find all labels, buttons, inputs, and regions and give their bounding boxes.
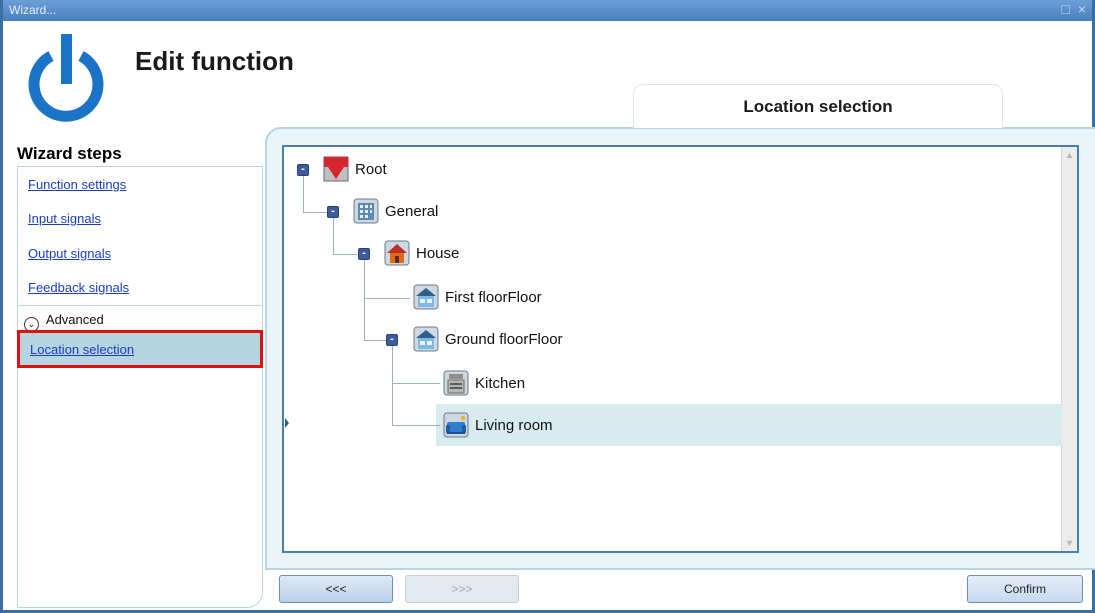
step-feedback-signals: Feedback signals bbox=[18, 270, 262, 304]
first-floor-label: First floorFloor bbox=[445, 288, 542, 306]
building-icon bbox=[353, 198, 379, 224]
tree-node-root[interactable]: Root bbox=[323, 155, 387, 183]
tree-node-general[interactable]: General bbox=[353, 197, 438, 225]
step-output-signals: Output signals bbox=[18, 236, 262, 270]
splitter-handle-icon[interactable] bbox=[285, 418, 289, 428]
floor-icon bbox=[413, 284, 439, 310]
collapse-house-icon[interactable]: - bbox=[358, 248, 370, 260]
output-signals-link[interactable]: Output signals bbox=[28, 246, 111, 261]
function-settings-link[interactable]: Function settings bbox=[28, 177, 126, 192]
tree-line bbox=[303, 176, 304, 212]
tree-line bbox=[364, 340, 386, 341]
tree-node-first-floor[interactable]: First floorFloor bbox=[413, 283, 542, 311]
tree-node-living-room[interactable]: Living room bbox=[443, 411, 553, 439]
tree-line bbox=[392, 346, 393, 426]
step-function-settings: Function settings bbox=[18, 167, 262, 201]
tree-line bbox=[364, 298, 410, 299]
page-title: Edit function bbox=[135, 46, 294, 76]
step-location-selection[interactable]: Location selection bbox=[17, 330, 263, 368]
tree-node-kitchen[interactable]: Kitchen bbox=[443, 369, 525, 397]
title-bar: Wizard... □ × bbox=[3, 0, 1092, 21]
confirm-button[interactable]: Confirm bbox=[967, 575, 1083, 603]
collapse-general-icon[interactable]: - bbox=[327, 206, 339, 218]
tree-line bbox=[392, 425, 440, 426]
scroll-down-icon[interactable]: ▼ bbox=[1065, 538, 1074, 548]
collapse-ground-floor-icon[interactable]: - bbox=[386, 334, 398, 346]
maximize-icon[interactable]: □ bbox=[1061, 1, 1071, 17]
living-room-icon bbox=[443, 412, 469, 438]
floor-icon bbox=[413, 326, 439, 352]
tree-line bbox=[392, 383, 440, 384]
feedback-signals-link[interactable]: Feedback signals bbox=[28, 280, 129, 295]
location-selection-link[interactable]: Location selection bbox=[30, 342, 134, 357]
close-icon[interactable]: × bbox=[1078, 1, 1088, 17]
scroll-up-icon[interactable]: ▲ bbox=[1065, 150, 1074, 160]
wizard-steps-title: Wizard steps bbox=[17, 144, 122, 163]
wizard-window: Wizard... □ × Edit function Location sel… bbox=[0, 0, 1095, 613]
collapse-root-icon[interactable]: - bbox=[297, 164, 309, 176]
house-label: House bbox=[416, 244, 460, 262]
kitchen-label: Kitchen bbox=[475, 374, 526, 392]
ground-floor-label: Ground floorFloor bbox=[445, 330, 563, 348]
tree-line bbox=[364, 260, 365, 340]
window-title: Wizard... bbox=[9, 3, 57, 17]
tree-line bbox=[333, 218, 334, 254]
window-controls: □ × bbox=[1061, 1, 1088, 17]
input-signals-link[interactable]: Input signals bbox=[28, 211, 101, 226]
tree-line bbox=[333, 254, 357, 255]
tree-node-ground-floor[interactable]: Ground floorFloor bbox=[413, 325, 563, 353]
house-icon bbox=[384, 240, 410, 266]
tree-line bbox=[303, 212, 327, 213]
next-button[interactable]: >>> bbox=[405, 575, 519, 603]
kitchen-icon bbox=[443, 370, 469, 396]
root-label: Root bbox=[355, 160, 387, 178]
advanced-label: Advanced bbox=[45, 312, 104, 327]
power-logo-icon bbox=[28, 34, 104, 122]
back-button[interactable]: <<< bbox=[279, 575, 393, 603]
wizard-steps-panel: Function settings Input signals Output s… bbox=[17, 166, 263, 608]
living-room-label: Living room bbox=[475, 416, 553, 434]
section-tab: Location selection bbox=[633, 84, 1003, 128]
root-logo-icon bbox=[323, 156, 349, 182]
vertical-scrollbar[interactable]: ▲ ▼ bbox=[1061, 147, 1077, 551]
general-label: General bbox=[385, 202, 439, 220]
step-input-signals: Input signals bbox=[18, 201, 262, 235]
tree-node-house[interactable]: House bbox=[384, 239, 459, 267]
